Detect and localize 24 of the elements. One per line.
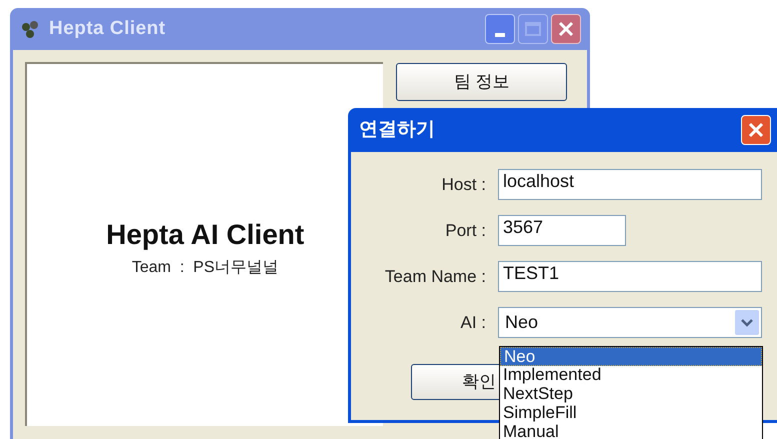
ai-dropdown[interactable]: Neo	[498, 307, 762, 338]
field-label: Host :	[440, 174, 486, 196]
close-icon	[748, 122, 764, 138]
field-label: Team Name :	[384, 266, 486, 288]
close-button[interactable]	[741, 115, 771, 145]
minimize-icon	[495, 33, 505, 37]
close-icon	[558, 21, 574, 37]
chevron-icon	[735, 310, 759, 335]
field-label: AI :	[459, 312, 486, 334]
window-title: Hepta Client	[49, 16, 166, 41]
text-field[interactable]: localhost	[498, 169, 762, 200]
dialog-title: 연결하기	[359, 118, 435, 142]
text-field[interactable]: TEST1	[498, 261, 762, 292]
team-label: Team : PS너무널널	[132, 258, 279, 278]
dropdown-option[interactable]: Manual	[500, 423, 762, 439]
close-button[interactable]	[551, 14, 581, 44]
team-info-button[interactable]: 팀 정보	[396, 63, 567, 101]
dropdown-option[interactable]: SimpleFill	[500, 404, 762, 423]
field-label: Port :	[444, 220, 486, 242]
maximize-icon	[525, 22, 541, 36]
minimize-button[interactable]	[485, 14, 515, 44]
client-title: Hepta AI Client	[106, 218, 304, 252]
text-field[interactable]: 3567	[498, 215, 626, 246]
dropdown-option[interactable]: Neo	[500, 347, 762, 366]
